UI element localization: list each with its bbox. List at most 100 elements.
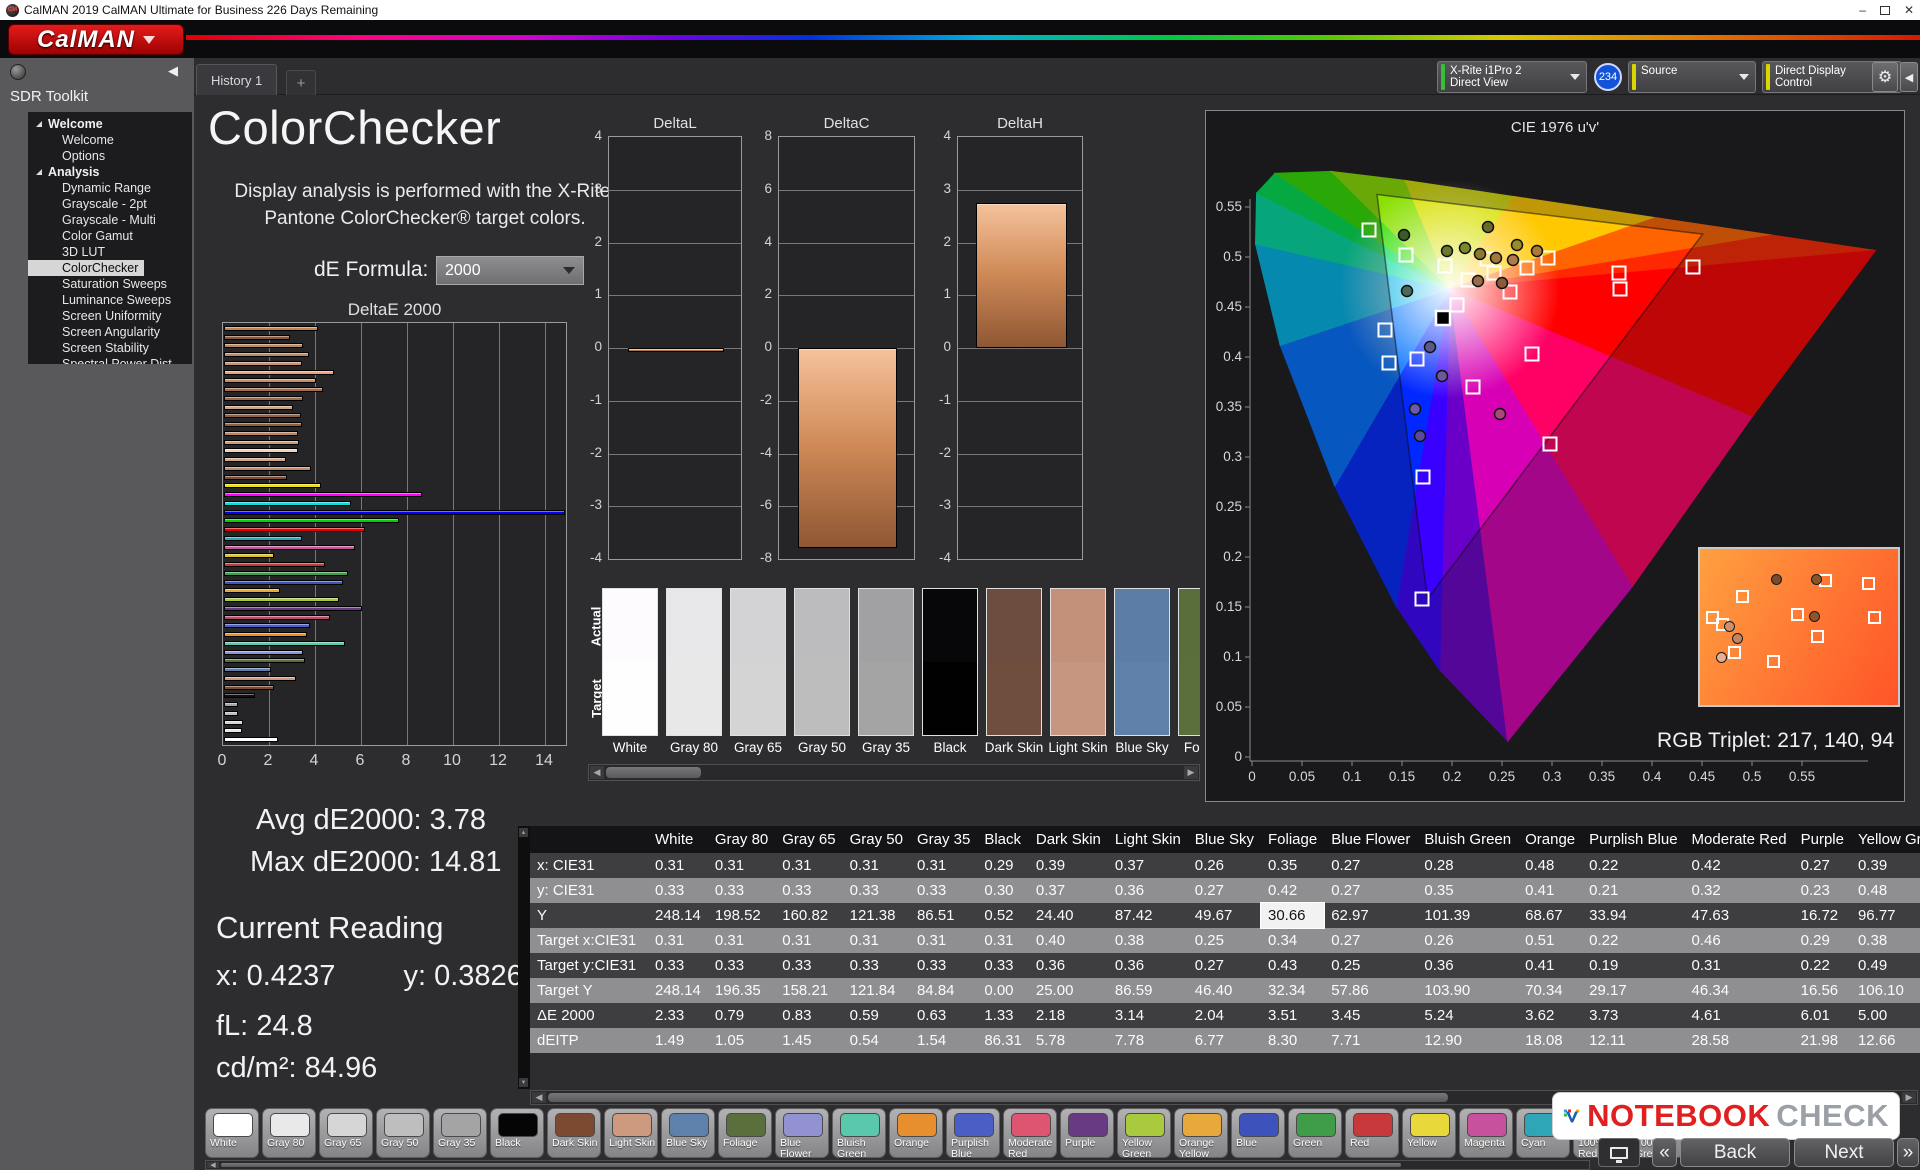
table-cell[interactable]: 0.33 (648, 878, 708, 903)
table-cell[interactable]: 3.51 (1260, 1003, 1325, 1028)
table-cell[interactable]: 0.34 (1260, 928, 1325, 953)
table-cell[interactable]: 28.58 (1684, 1028, 1794, 1053)
table-cell[interactable]: 0.27 (1324, 853, 1418, 878)
sidebar-item-options[interactable]: Options (28, 148, 192, 164)
table-cell[interactable]: 6.77 (1187, 1028, 1261, 1053)
table-cell[interactable]: 16.72 (1793, 903, 1851, 928)
table-cell[interactable]: 46.40 (1187, 978, 1261, 1003)
table-cell[interactable]: 0.36 (1107, 953, 1188, 978)
patch-button-moderate-red[interactable]: Moderate Red (1003, 1108, 1057, 1159)
table-cell[interactable]: 57.86 (1324, 978, 1418, 1003)
table-cell[interactable]: 5.00 (1850, 1003, 1920, 1028)
table-cell[interactable]: 7.71 (1324, 1028, 1418, 1053)
display-preview-button[interactable] (1598, 1138, 1640, 1167)
sidebar-item-grayscale-multi[interactable]: Grayscale - Multi (28, 212, 192, 228)
table-cell[interactable]: 0.31 (707, 928, 776, 953)
source-dropdown[interactable]: Source (1628, 61, 1756, 93)
sidebar-item-color-gamut[interactable]: Color Gamut (28, 228, 192, 244)
table-cell[interactable]: 0.51 (1518, 928, 1583, 953)
tree-section[interactable]: Welcome (28, 116, 192, 132)
table-cell[interactable]: 103.90 (1417, 978, 1519, 1003)
table-cell[interactable]: 121.84 (842, 978, 910, 1003)
table-cell[interactable]: 0.37 (1107, 853, 1188, 878)
table-cell[interactable]: 0.79 (707, 1003, 776, 1028)
table-cell[interactable]: 0.33 (842, 878, 910, 903)
table-cell[interactable]: 0.30 (977, 878, 1029, 903)
meter-dropdown[interactable]: X-Rite i1Pro 2 Direct View (1437, 61, 1587, 93)
table-cell[interactable]: 2.33 (648, 1003, 708, 1028)
table-cell[interactable]: 21.98 (1793, 1028, 1851, 1053)
calman-menu-button[interactable]: CalMAN (8, 24, 184, 55)
table-cell[interactable]: 0.27 (1324, 878, 1418, 903)
scroll-down-icon[interactable]: ▼ (519, 1078, 528, 1087)
table-cell[interactable]: 32.34 (1260, 978, 1325, 1003)
table-cell[interactable]: 47.63 (1684, 903, 1794, 928)
table-cell[interactable]: 160.82 (775, 903, 843, 928)
table-cell[interactable]: 87.42 (1107, 903, 1188, 928)
table-cell[interactable]: 0.33 (775, 878, 843, 903)
table-cell[interactable]: 0.31 (909, 853, 978, 878)
table-cell[interactable]: 0.31 (775, 853, 843, 878)
table-cell[interactable]: 2.04 (1187, 1003, 1261, 1028)
table-cell[interactable]: 0.35 (1417, 878, 1519, 903)
patch-button-purple[interactable]: Purple (1060, 1108, 1114, 1158)
scroll-right-icon[interactable]: ▶ (1184, 766, 1198, 779)
table-cell[interactable]: 3.73 (1582, 1003, 1685, 1028)
sidebar-item-spectral-power-dist-[interactable]: Spectral Power Dist. (28, 356, 192, 364)
table-cell[interactable]: 0.27 (1324, 928, 1418, 953)
minimize-button[interactable]: – (1859, 3, 1866, 17)
table-cell[interactable]: 0.37 (1028, 878, 1108, 903)
tree-section[interactable]: Analysis (28, 164, 192, 180)
de-formula-select[interactable]: 2000 (436, 256, 584, 285)
table-cell[interactable]: 0.00 (977, 978, 1029, 1003)
sidebar-item-dynamic-range[interactable]: Dynamic Range (28, 180, 192, 196)
nav-first-button[interactable]: « (1652, 1138, 1677, 1167)
table-cell[interactable]: 0.33 (648, 953, 708, 978)
table-cell[interactable]: 0.31 (842, 928, 910, 953)
sidebar-item-saturation-sweeps[interactable]: Saturation Sweeps (28, 276, 192, 292)
sidebar-item-grayscale-2pt[interactable]: Grayscale - 2pt (28, 196, 192, 212)
sidebar-item-luminance-sweeps[interactable]: Luminance Sweeps (28, 292, 192, 308)
patch-button-gray-35[interactable]: Gray 35 (433, 1108, 487, 1158)
settings-button[interactable]: ⚙ (1872, 62, 1898, 92)
table-cell[interactable]: 0.52 (977, 903, 1029, 928)
sidebar-item-colorchecker[interactable]: ColorChecker (28, 260, 145, 276)
table-cell[interactable]: 0.48 (1518, 853, 1583, 878)
table-cell[interactable]: 0.48 (1850, 878, 1920, 903)
table-cell[interactable]: 7.78 (1107, 1028, 1188, 1053)
patch-button-dark-skin[interactable]: Dark Skin (547, 1108, 601, 1158)
table-cell[interactable]: 0.31 (909, 928, 978, 953)
table-cell[interactable]: 0.41 (1518, 878, 1583, 903)
table-cell[interactable]: 0.33 (909, 953, 978, 978)
table-cell[interactable]: 46.34 (1684, 978, 1794, 1003)
table-cell[interactable]: 86.51 (909, 903, 978, 928)
table-cell[interactable]: 0.35 (1260, 853, 1325, 878)
table-cell[interactable]: 0.46 (1684, 928, 1794, 953)
table-cell[interactable]: 0.27 (1187, 953, 1261, 978)
sidebar-collapse-button[interactable]: ◀ (168, 63, 178, 79)
table-cell[interactable]: 0.31 (707, 853, 776, 878)
table-cell[interactable]: 198.52 (707, 903, 776, 928)
table-cell[interactable]: 12.66 (1850, 1028, 1920, 1053)
patch-button-red[interactable]: Red (1345, 1108, 1399, 1158)
table-cell[interactable]: 86.31 (977, 1028, 1029, 1053)
table-cell[interactable]: 12.11 (1582, 1028, 1685, 1053)
patch-button-yellow-green[interactable]: Yellow Green (1117, 1108, 1171, 1159)
patch-button-foliage[interactable]: Foliage (718, 1108, 772, 1158)
collapse-panel-button[interactable]: ◀ (1900, 62, 1918, 92)
table-cell[interactable]: 0.25 (1187, 928, 1261, 953)
patch-button-blue-sky[interactable]: Blue Sky (661, 1108, 715, 1158)
table-cell[interactable]: 0.43 (1260, 953, 1325, 978)
table-cell[interactable]: 0.40 (1028, 928, 1108, 953)
table-cell[interactable]: 1.05 (707, 1028, 776, 1053)
patch-strip-scrollbar[interactable]: ◀ (205, 1160, 1590, 1170)
table-cell[interactable]: 3.62 (1518, 1003, 1583, 1028)
patch-button-light-skin[interactable]: Light Skin (604, 1108, 658, 1158)
scrollbar-thumb[interactable] (606, 767, 701, 778)
table-cell[interactable]: 1.45 (775, 1028, 843, 1053)
table-cell[interactable]: 0.22 (1582, 928, 1685, 953)
table-cell[interactable]: 2.18 (1028, 1003, 1108, 1028)
table-cell[interactable]: 68.67 (1518, 903, 1583, 928)
table-cell[interactable]: 0.22 (1582, 853, 1685, 878)
patch-button-blue[interactable]: Blue (1231, 1108, 1285, 1158)
